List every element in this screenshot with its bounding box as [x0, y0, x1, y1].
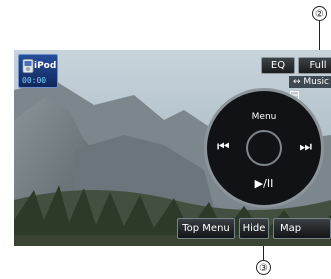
- next-track-button[interactable]: ⏭: [299, 139, 312, 155]
- menu-button[interactable]: Menu: [207, 112, 321, 122]
- playback-time: 00:00: [22, 76, 47, 85]
- map-button[interactable]: Map: [273, 218, 331, 239]
- ipod-source-badge[interactable]: iPod 00:00: [18, 54, 58, 88]
- previous-track-button[interactable]: ⏮: [217, 139, 230, 155]
- callout-number-3: ③: [256, 260, 271, 275]
- source-label: iPod: [34, 61, 57, 71]
- ipod-icon: [22, 59, 34, 73]
- video-screen[interactable]: iPod 00:00 EQ Full ↔ Music Menu ⏮ ⏭ ▶/II…: [14, 50, 331, 246]
- full-button[interactable]: Full: [298, 57, 331, 74]
- play-pause-button[interactable]: ▶/II: [207, 177, 321, 190]
- callout-number-2: ②: [312, 6, 327, 21]
- eq-button[interactable]: EQ: [261, 57, 295, 74]
- click-wheel[interactable]: Menu ⏮ ⏭ ▶/II: [204, 88, 324, 208]
- top-menu-button[interactable]: Top Menu: [177, 218, 235, 239]
- wheel-center-button[interactable]: [246, 130, 282, 166]
- music-mode-label[interactable]: ↔ Music: [288, 76, 331, 88]
- hide-button[interactable]: Hide: [239, 218, 269, 239]
